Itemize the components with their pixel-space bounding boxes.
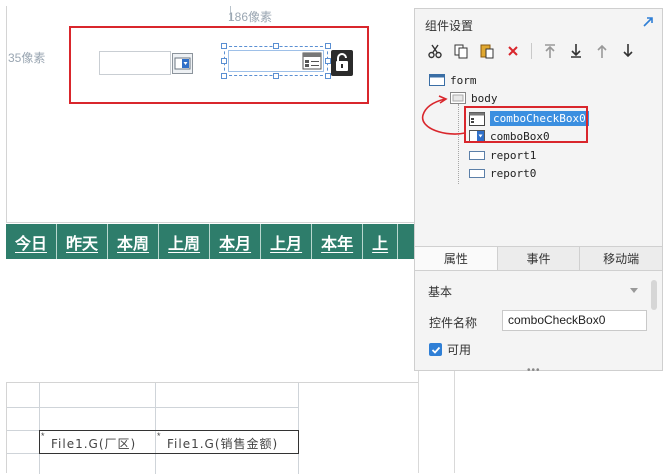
panel-resize-grip[interactable]: ••• bbox=[527, 365, 541, 376]
form-icon bbox=[429, 74, 445, 86]
tree-node-report0[interactable]: report0 bbox=[469, 164, 536, 182]
move-up-icon[interactable] bbox=[590, 40, 614, 62]
scrollbar[interactable] bbox=[651, 280, 657, 310]
tree-label: report1 bbox=[490, 148, 537, 162]
name-label: 控件名称 bbox=[429, 316, 478, 330]
divider bbox=[454, 370, 455, 473]
report-cell-sales[interactable]: File1.G(销售金额) bbox=[167, 435, 278, 452]
width-measure: 186像素 bbox=[228, 10, 273, 24]
panel-toolbar bbox=[423, 38, 654, 64]
chevron-down-icon[interactable] bbox=[630, 288, 638, 293]
tree-node-report1[interactable]: report1 bbox=[469, 146, 536, 164]
grid-row-line bbox=[7, 407, 298, 408]
height-measure: 35像素 bbox=[8, 51, 46, 65]
enable-row[interactable]: 可用 bbox=[429, 341, 471, 358]
move-down-icon[interactable] bbox=[616, 40, 640, 62]
tab-mobile[interactable]: 移动端 bbox=[580, 247, 663, 270]
cell-marker: * bbox=[157, 431, 161, 441]
property-tabs: 属性 事件 移动端 bbox=[415, 246, 663, 271]
enable-checkbox[interactable] bbox=[429, 343, 442, 356]
date-button-last-month[interactable]: 上月 bbox=[261, 224, 313, 259]
date-button-yesterday[interactable]: 昨天 bbox=[57, 224, 109, 259]
date-button-this-year[interactable]: 本年 bbox=[312, 224, 364, 259]
tree-node-form[interactable]: form bbox=[429, 71, 477, 89]
section-basic[interactable]: 基本 bbox=[415, 279, 648, 303]
date-button-this-month[interactable]: 本月 bbox=[210, 224, 262, 259]
grid-col-line bbox=[39, 383, 40, 474]
component-settings-panel: 组件设置 form body comboCheckBox0 comboBox0 … bbox=[414, 8, 663, 376]
lock-icon[interactable] bbox=[331, 50, 353, 76]
delete-icon[interactable] bbox=[501, 40, 525, 62]
report-cell-plant[interactable]: File1.G(厂区) bbox=[51, 435, 136, 452]
tab-properties[interactable]: 属性 bbox=[415, 247, 498, 270]
cell-marker: * bbox=[41, 431, 45, 441]
report-icon bbox=[469, 167, 485, 179]
resize-handle-tr[interactable] bbox=[325, 43, 331, 49]
cut-icon[interactable] bbox=[423, 40, 447, 62]
combobox-field[interactable] bbox=[99, 51, 171, 75]
date-button-last-year[interactable]: 上 bbox=[363, 224, 399, 259]
divider bbox=[418, 370, 419, 473]
combo-checkbox-icon[interactable] bbox=[302, 52, 322, 70]
tree-label: form bbox=[450, 73, 477, 87]
copy-icon[interactable] bbox=[449, 40, 473, 62]
date-button-last-week[interactable]: 上周 bbox=[159, 224, 211, 259]
design-canvas[interactable]: 186像素 35像素 今日 昨天 本周 上周 本月 上月 本年 上 * File… bbox=[0, 0, 418, 474]
move-bottom-icon[interactable] bbox=[564, 40, 588, 62]
report-area[interactable]: * File1.G(厂区) * File1.G(销售金额) bbox=[6, 382, 418, 474]
resize-handle-tl[interactable] bbox=[221, 43, 227, 49]
combobox-dropdown-icon[interactable] bbox=[172, 53, 193, 74]
grid-col-line bbox=[155, 383, 156, 474]
resize-handle-l[interactable] bbox=[221, 58, 227, 64]
panel-title: 组件设置 bbox=[425, 19, 474, 33]
date-button-today[interactable]: 今日 bbox=[6, 224, 58, 259]
resize-handle-b[interactable] bbox=[273, 73, 279, 79]
date-button-bar: 今日 昨天 本周 上周 本月 上月 本年 上 bbox=[6, 224, 416, 259]
annotation-arrow bbox=[422, 95, 466, 135]
date-button-this-week[interactable]: 本周 bbox=[108, 224, 160, 259]
tree-label: report0 bbox=[490, 166, 537, 180]
tree-highlight-box bbox=[464, 106, 588, 143]
move-top-icon[interactable] bbox=[538, 40, 562, 62]
tab-events[interactable]: 事件 bbox=[497, 247, 581, 270]
tree-label: body bbox=[471, 91, 498, 105]
section-title: 基本 bbox=[428, 284, 453, 299]
toolbar-separator bbox=[531, 43, 532, 59]
name-field[interactable]: comboCheckBox0 bbox=[502, 310, 647, 331]
resize-handle-bl[interactable] bbox=[221, 73, 227, 79]
expand-icon[interactable] bbox=[641, 15, 655, 29]
grid-col-line bbox=[298, 383, 299, 474]
resize-handle-t[interactable] bbox=[273, 43, 279, 49]
paste-icon[interactable] bbox=[475, 40, 499, 62]
report-icon bbox=[469, 149, 485, 161]
enable-label: 可用 bbox=[447, 343, 472, 357]
